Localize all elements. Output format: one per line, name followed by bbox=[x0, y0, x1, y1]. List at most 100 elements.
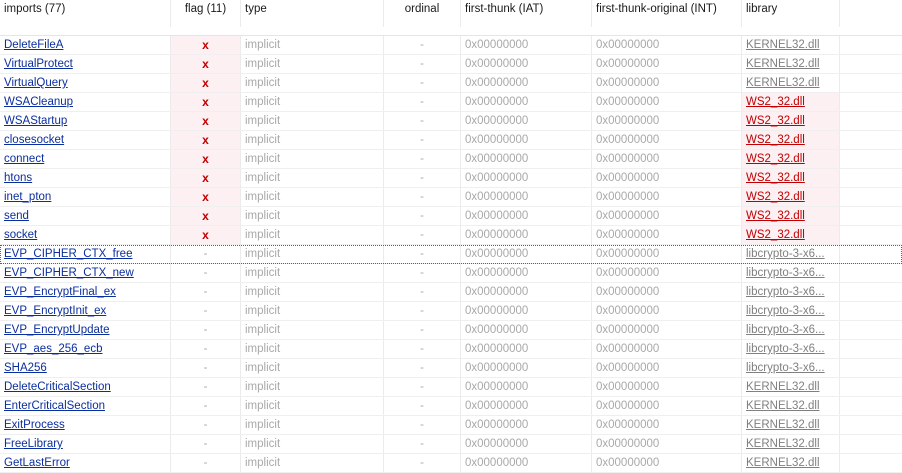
library-link[interactable]: libcrypto-3-x6... bbox=[746, 286, 825, 298]
import-name-link[interactable]: WSACleanup bbox=[4, 96, 73, 108]
table-row[interactable]: EVP_aes_256_ecb - implicit - 0x00000000 0x000… bbox=[0, 340, 902, 359]
import-name-link[interactable]: EVP_EncryptUpdate bbox=[4, 324, 109, 336]
library-link[interactable]: KERNEL32.dll bbox=[746, 381, 820, 393]
import-name-link[interactable]: EVP_aes_256_ecb bbox=[4, 343, 102, 355]
column-header-first-thunk-original-int[interactable]: first-thunk-original (INT) bbox=[592, 0, 742, 27]
table-row[interactable]: VirtualQuery x implicit - 0x00000000 0x000000… bbox=[0, 74, 902, 93]
library-link[interactable]: KERNEL32.dll bbox=[746, 39, 820, 51]
flag-cell: x bbox=[202, 57, 209, 71]
flag-cell-cell: - bbox=[171, 321, 241, 339]
ordinal-cell: - bbox=[420, 457, 424, 469]
library-link[interactable]: KERNEL32.dll bbox=[746, 400, 820, 412]
import-name-link[interactable]: VirtualProtect bbox=[4, 58, 73, 70]
table-row[interactable]: EVP_CIPHER_CTX_new - implicit - 0x00000000 0x… bbox=[0, 264, 902, 283]
library-link[interactable]: KERNEL32.dll bbox=[746, 58, 820, 70]
column-header-first-thunk-iat[interactable]: first-thunk (IAT) bbox=[461, 0, 592, 27]
library-link[interactable]: WS2_32.dll bbox=[746, 210, 805, 222]
import-name-link[interactable]: WSAStartup bbox=[4, 115, 67, 127]
import-name-link[interactable]: EVP_CIPHER_CTX_free bbox=[4, 248, 132, 260]
import-name-link[interactable]: SHA256 bbox=[4, 362, 47, 374]
column-header-imports[interactable]: imports (77) bbox=[0, 0, 171, 27]
table-row[interactable]: FreeLibrary - implicit - 0x00000000 0x0000000… bbox=[0, 435, 902, 454]
library-link[interactable]: libcrypto-3-x6... bbox=[746, 362, 825, 374]
table-row[interactable]: EVP_EncryptUpdate - implicit - 0x00000000 0x0… bbox=[0, 321, 902, 340]
import-name-link[interactable]: EnterCriticalSection bbox=[4, 400, 105, 412]
column-header-ordinal[interactable]: ordinal bbox=[384, 0, 461, 27]
table-row[interactable]: DeleteCriticalSection - implicit - 0x0000000… bbox=[0, 378, 902, 397]
ordinal-cell: - bbox=[420, 210, 424, 222]
first-thunk-iat-cell-cell: 0x00000000 bbox=[461, 226, 592, 244]
import-name-link[interactable]: FreeLibrary bbox=[4, 438, 63, 450]
table-row[interactable]: EVP_EncryptFinal_ex - implicit - 0x00000000 0… bbox=[0, 283, 902, 302]
table-row[interactable]: inet_pton x implicit - 0x00000000 0x00000000 W… bbox=[0, 188, 902, 207]
library-link[interactable]: libcrypto-3-x6... bbox=[746, 305, 825, 317]
import-name-link[interactable]: ExitProcess bbox=[4, 419, 65, 431]
library-link[interactable]: WS2_32.dll bbox=[746, 191, 805, 203]
library-link[interactable]: WS2_32.dll bbox=[746, 115, 805, 127]
import-name-link[interactable]: socket bbox=[4, 229, 37, 241]
import-name-link[interactable]: inet_pton bbox=[4, 191, 51, 203]
flag-cell-cell: - bbox=[171, 245, 241, 263]
library-link[interactable]: libcrypto-3-x6... bbox=[746, 324, 825, 336]
library-link[interactable]: KERNEL32.dll bbox=[746, 438, 820, 450]
type-cell-cell: implicit bbox=[241, 74, 384, 92]
first-thunk-original-int-cell: 0x00000000 bbox=[596, 324, 660, 336]
import-name-link[interactable]: DeleteFileA bbox=[4, 39, 63, 51]
first-thunk-iat-cell: 0x00000000 bbox=[465, 115, 529, 127]
flag-cell-cell: x bbox=[171, 74, 241, 92]
library-link[interactable]: libcrypto-3-x6... bbox=[746, 248, 825, 260]
import-name-link[interactable]: EVP_CIPHER_CTX_new bbox=[4, 267, 134, 279]
table-row[interactable]: WSACleanup x implicit - 0x00000000 0x00000000… bbox=[0, 93, 902, 112]
type-cell-cell: implicit bbox=[241, 397, 384, 415]
table-row[interactable]: send x implicit - 0x00000000 0x00000000 WS2_32… bbox=[0, 207, 902, 226]
table-row[interactable]: EVP_CIPHER_CTX_free - implicit - 0x00000000 0… bbox=[0, 245, 902, 264]
import-name-link[interactable]: closesocket bbox=[4, 134, 64, 146]
ordinal-cell-cell: - bbox=[384, 150, 461, 168]
import-name-link[interactable]: DeleteCriticalSection bbox=[4, 381, 111, 393]
flag-cell: - bbox=[203, 267, 208, 279]
first-thunk-original-int-cell-cell: 0x00000000 bbox=[592, 416, 742, 434]
import-name-link[interactable]: GetLastError bbox=[4, 457, 70, 469]
library-link[interactable]: WS2_32.dll bbox=[746, 153, 805, 165]
first-thunk-iat-cell-cell: 0x00000000 bbox=[461, 321, 592, 339]
library-link[interactable]: KERNEL32.dll bbox=[746, 457, 820, 469]
first-thunk-original-int-cell-cell: 0x00000000 bbox=[592, 112, 742, 130]
library-link[interactable]: WS2_32.dll bbox=[746, 172, 805, 184]
library-link[interactable]: KERNEL32.dll bbox=[746, 77, 820, 89]
library-link[interactable]: WS2_32.dll bbox=[746, 96, 805, 108]
column-header-type[interactable]: type bbox=[241, 0, 384, 27]
import-name-link[interactable]: EVP_EncryptFinal_ex bbox=[4, 286, 116, 298]
table-row[interactable]: VirtualProtect x implicit - 0x00000000 0x0000… bbox=[0, 55, 902, 74]
library-link[interactable]: libcrypto-3-x6... bbox=[746, 343, 825, 355]
library-cell: WS2_32.dll bbox=[742, 207, 840, 225]
column-header-flag[interactable]: flag (11) bbox=[171, 0, 241, 27]
table-row[interactable]: GetLastError - implicit - 0x00000000 0x000000… bbox=[0, 454, 902, 473]
library-link[interactable]: libcrypto-3-x6... bbox=[746, 267, 825, 279]
library-link[interactable]: WS2_32.dll bbox=[746, 134, 805, 146]
table-row[interactable]: ExitProcess - implicit - 0x00000000 0x0000000… bbox=[0, 416, 902, 435]
table-row[interactable]: socket x implicit - 0x00000000 0x00000000 WS2_… bbox=[0, 226, 902, 245]
import-name-link[interactable]: VirtualQuery bbox=[4, 77, 68, 89]
type-cell: implicit bbox=[245, 77, 281, 89]
import-name-link[interactable]: connect bbox=[4, 153, 44, 165]
import-name-link[interactable]: htons bbox=[4, 172, 32, 184]
library-cell: KERNEL32.dll bbox=[742, 416, 840, 434]
library-link[interactable]: KERNEL32.dll bbox=[746, 419, 820, 431]
library-link[interactable]: WS2_32.dll bbox=[746, 229, 805, 241]
table-row[interactable]: EVP_EncryptInit_ex - implicit - 0x00000000 0x… bbox=[0, 302, 902, 321]
first-thunk-original-int-cell: 0x00000000 bbox=[596, 248, 660, 260]
import-name-cell: inet_pton bbox=[0, 188, 171, 206]
table-row[interactable]: connect x implicit - 0x00000000 0x00000000 WS2… bbox=[0, 150, 902, 169]
column-header-library[interactable]: library bbox=[742, 0, 840, 27]
row-filler bbox=[840, 169, 902, 187]
table-row[interactable]: EnterCriticalSection - implicit - 0x00000000… bbox=[0, 397, 902, 416]
table-row[interactable]: closesocket x implicit - 0x00000000 0x0000000… bbox=[0, 131, 902, 150]
import-name-link[interactable]: send bbox=[4, 210, 29, 222]
table-row[interactable]: htons x implicit - 0x00000000 0x00000000 WS2_3… bbox=[0, 169, 902, 188]
table-row[interactable]: SHA256 - implicit - 0x00000000 0x00000000 libc… bbox=[0, 359, 902, 378]
table-row[interactable]: DeleteFileA x implicit - 0x00000000 0x0000000… bbox=[0, 36, 902, 55]
library-cell: WS2_32.dll bbox=[742, 150, 840, 168]
table-row[interactable]: WSAStartup x implicit - 0x00000000 0x00000000… bbox=[0, 112, 902, 131]
import-name-link[interactable]: EVP_EncryptInit_ex bbox=[4, 305, 106, 317]
import-name-cell: EVP_EncryptFinal_ex bbox=[0, 283, 171, 301]
